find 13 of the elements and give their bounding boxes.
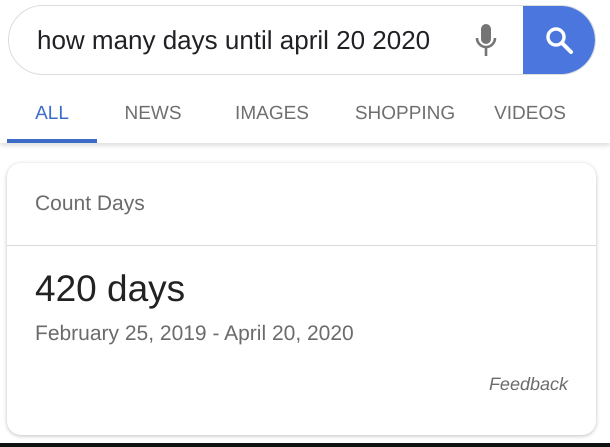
feedback-link[interactable]: Feedback [488,374,568,395]
search-icon [544,25,574,55]
card-title: Count Days [35,192,145,216]
tab[interactable]: VIDEOS [475,88,585,143]
tab[interactable]: NEWS [97,88,209,143]
date-range: February 25, 2019 - April 20, 2020 [35,322,355,346]
tab[interactable]: ALL [7,88,97,143]
result-value: 420 days [35,268,186,310]
tab[interactable]: SHOPPING [335,88,475,143]
microphone-icon[interactable] [475,22,497,58]
tab[interactable]: IMAGES [209,88,335,143]
search-button[interactable] [523,6,595,74]
search-field[interactable]: how many days until april 20 2020 [8,5,596,75]
